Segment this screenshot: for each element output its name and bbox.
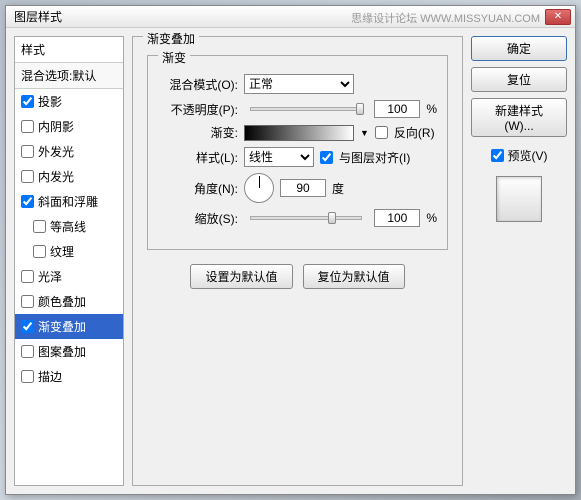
- reset-default-button[interactable]: 复位为默认值: [303, 264, 405, 289]
- blend-options-header[interactable]: 混合选项:默认: [15, 63, 123, 89]
- style-select[interactable]: 线性: [244, 147, 314, 167]
- style-item[interactable]: 内阴影: [15, 114, 123, 139]
- angle-input[interactable]: [280, 179, 326, 197]
- style-checkbox[interactable]: [21, 170, 34, 183]
- layer-style-dialog: 图层样式 思缘设计论坛 WWW.MISSYUAN.COM ✕ 样式 混合选项:默…: [5, 5, 576, 495]
- style-checkbox[interactable]: [33, 245, 46, 258]
- style-item-label: 光泽: [38, 268, 62, 285]
- opacity-slider[interactable]: [250, 107, 362, 111]
- cancel-button[interactable]: 复位: [471, 67, 567, 92]
- action-panel: 确定 复位 新建样式(W)... 预览(V): [471, 36, 567, 486]
- style-checkbox[interactable]: [21, 195, 34, 208]
- style-checkbox[interactable]: [21, 270, 34, 283]
- align-label: 与图层对齐(I): [339, 149, 410, 166]
- style-item[interactable]: 投影: [15, 89, 123, 114]
- style-item-label: 颜色叠加: [38, 293, 86, 310]
- style-item[interactable]: 等高线: [15, 214, 123, 239]
- percent-unit-2: %: [426, 211, 437, 225]
- settings-panel: 渐变叠加 渐变 混合模式(O): 正常 不透明度(P): %: [132, 36, 463, 486]
- opacity-label: 不透明度(P):: [158, 101, 238, 118]
- style-item-label: 等高线: [50, 218, 86, 235]
- degree-unit: 度: [332, 180, 344, 197]
- style-item[interactable]: 渐变叠加: [15, 314, 123, 339]
- style-item-label: 纹理: [50, 243, 74, 260]
- style-item-label: 内阴影: [38, 118, 74, 135]
- scale-slider[interactable]: [250, 216, 362, 220]
- style-checkbox[interactable]: [21, 345, 34, 358]
- scale-input[interactable]: [374, 209, 420, 227]
- style-item-label: 图案叠加: [38, 343, 86, 360]
- style-item-label: 描边: [38, 368, 62, 385]
- angle-dial[interactable]: [244, 173, 274, 203]
- watermark-text: 思缘设计论坛 WWW.MISSYUAN.COM: [351, 10, 540, 26]
- blend-mode-label: 混合模式(O):: [158, 76, 238, 93]
- close-button[interactable]: ✕: [545, 9, 571, 25]
- styles-header[interactable]: 样式: [15, 37, 123, 63]
- style-label: 样式(L):: [158, 149, 238, 166]
- titlebar: 图层样式 思缘设计论坛 WWW.MISSYUAN.COM ✕: [6, 6, 575, 28]
- chevron-down-icon[interactable]: ▼: [360, 128, 369, 138]
- style-list: 投影内阴影外发光内发光斜面和浮雕等高线纹理光泽颜色叠加渐变叠加图案叠加描边: [15, 89, 123, 389]
- group-title: 渐变: [158, 49, 190, 66]
- set-default-button[interactable]: 设置为默认值: [190, 264, 292, 289]
- percent-unit: %: [426, 102, 437, 116]
- gradient-group: 渐变 混合模式(O): 正常 不透明度(P): % 渐变: ▼: [147, 55, 448, 250]
- style-checkbox[interactable]: [21, 320, 34, 333]
- gradient-picker[interactable]: [244, 125, 354, 141]
- angle-label: 角度(N):: [158, 180, 238, 197]
- preview-swatch: [496, 176, 542, 222]
- style-item[interactable]: 描边: [15, 364, 123, 389]
- styles-panel: 样式 混合选项:默认 投影内阴影外发光内发光斜面和浮雕等高线纹理光泽颜色叠加渐变…: [14, 36, 124, 486]
- style-item[interactable]: 光泽: [15, 264, 123, 289]
- style-item-label: 渐变叠加: [38, 318, 86, 335]
- opacity-input[interactable]: [374, 100, 420, 118]
- reverse-label: 反向(R): [394, 124, 435, 141]
- preview-checkbox[interactable]: [491, 149, 504, 162]
- reverse-checkbox[interactable]: [375, 126, 388, 139]
- style-checkbox[interactable]: [21, 370, 34, 383]
- style-item[interactable]: 外发光: [15, 139, 123, 164]
- style-checkbox[interactable]: [33, 220, 46, 233]
- align-checkbox[interactable]: [320, 151, 333, 164]
- gradient-label: 渐变:: [158, 124, 238, 141]
- panel-title: 渐变叠加: [143, 30, 199, 47]
- style-item-label: 外发光: [38, 143, 74, 160]
- style-item[interactable]: 颜色叠加: [15, 289, 123, 314]
- dialog-content: 样式 混合选项:默认 投影内阴影外发光内发光斜面和浮雕等高线纹理光泽颜色叠加渐变…: [6, 28, 575, 494]
- style-item-label: 内发光: [38, 168, 74, 185]
- preview-label: 预览(V): [508, 147, 548, 164]
- style-checkbox[interactable]: [21, 120, 34, 133]
- style-item-label: 斜面和浮雕: [38, 193, 98, 210]
- blend-mode-select[interactable]: 正常: [244, 74, 354, 94]
- style-checkbox[interactable]: [21, 95, 34, 108]
- style-item[interactable]: 斜面和浮雕: [15, 189, 123, 214]
- style-item-label: 投影: [38, 93, 62, 110]
- ok-button[interactable]: 确定: [471, 36, 567, 61]
- scale-label: 缩放(S):: [158, 210, 238, 227]
- style-item[interactable]: 图案叠加: [15, 339, 123, 364]
- style-item[interactable]: 纹理: [15, 239, 123, 264]
- style-checkbox[interactable]: [21, 145, 34, 158]
- new-style-button[interactable]: 新建样式(W)...: [471, 98, 567, 137]
- style-checkbox[interactable]: [21, 295, 34, 308]
- style-item[interactable]: 内发光: [15, 164, 123, 189]
